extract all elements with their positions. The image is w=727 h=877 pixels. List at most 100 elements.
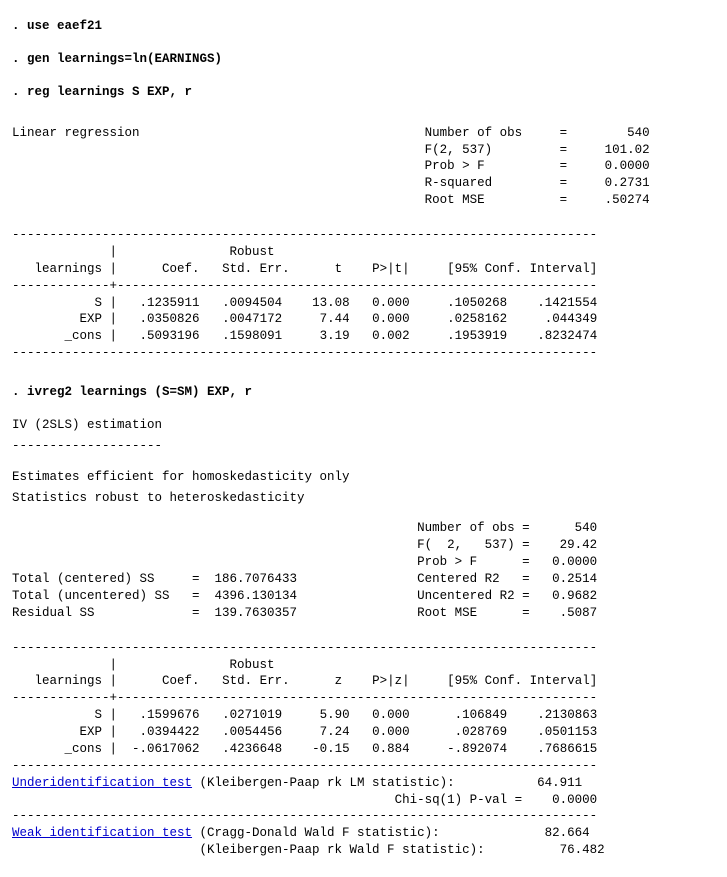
cell: .1599676 (140, 708, 200, 722)
cmd-gen: . gen learnings=ln(EARNINGS) (12, 51, 715, 68)
cell: 0.000 (372, 725, 410, 739)
label: Root MSE (417, 606, 477, 620)
cell: -0.15 (312, 742, 350, 756)
cell: 3.19 (320, 329, 350, 343)
cell: 0.884 (372, 742, 410, 756)
value: 4396.130134 (215, 589, 298, 603)
reg-table: ----------------------------------------… (12, 227, 715, 362)
iv-note2: Statistics robust to heteroskedasticity (12, 490, 715, 507)
label: Chi-sq(1) P-val = (395, 793, 523, 807)
cell: .0054456 (222, 725, 282, 739)
label: Prob > F (417, 555, 477, 569)
text: (Cragg-Donald Wald F statistic): (192, 826, 440, 840)
label: F(2, 537) (425, 143, 493, 157)
cell: .7686615 (537, 742, 597, 756)
cell: 7.44 (320, 312, 350, 326)
cell: .0258162 (447, 312, 507, 326)
cmd-use: . use eaef21 (12, 18, 715, 35)
label: Residual SS (12, 606, 95, 620)
cell: 5.90 (320, 708, 350, 722)
iv-title: IV (2SLS) estimation (12, 417, 715, 434)
iv-stats: Number of obs = 540 F( 2, 537) = 29.42 P… (12, 520, 715, 621)
value: 0.2731 (605, 176, 650, 190)
hdr: [95% Conf. Interval] (447, 674, 597, 688)
hdr: P>|t| (372, 262, 410, 276)
cell: .0350826 (140, 312, 200, 326)
cell: .106849 (455, 708, 508, 722)
cell: 7.24 (320, 725, 350, 739)
text: (Kleibergen-Paap rk LM statistic): (192, 776, 455, 790)
cell: EXP (80, 312, 103, 326)
cell: 0.002 (372, 329, 410, 343)
iv-table: ----------------------------------------… (12, 640, 715, 859)
cell: .028769 (455, 725, 508, 739)
label: R-squared (425, 176, 493, 190)
cell: .1953919 (447, 329, 507, 343)
hdr: Std. Err. (222, 262, 290, 276)
value: 139.7630357 (215, 606, 298, 620)
cell: 0.000 (372, 312, 410, 326)
cell: -.0617062 (132, 742, 200, 756)
cell: 0.000 (372, 708, 410, 722)
hdr: Std. Err. (222, 674, 290, 688)
hdr: Robust (230, 658, 275, 672)
cell: EXP (80, 725, 103, 739)
label: Number of obs (425, 126, 523, 140)
value: 64.911 (537, 776, 582, 790)
cell: -.892074 (447, 742, 507, 756)
divider: -------------------- (12, 438, 715, 455)
cell: S (95, 296, 103, 310)
hdr: Coef. (162, 262, 200, 276)
hdr: P>|z| (372, 674, 410, 688)
value: 0.9682 (552, 589, 597, 603)
cell: .0501153 (537, 725, 597, 739)
text: (Kleibergen-Paap rk Wald F statistic): (200, 843, 485, 857)
cell: 13.08 (312, 296, 350, 310)
cell: .1421554 (537, 296, 597, 310)
cell: S (95, 708, 103, 722)
cell: .8232474 (537, 329, 597, 343)
value: 82.664 (545, 826, 590, 840)
cmd-reg: . reg learnings S EXP, r (12, 84, 715, 101)
label: Total (centered) SS (12, 572, 155, 586)
value: 101.02 (605, 143, 650, 157)
value: 0.0000 (552, 793, 597, 807)
hdr: learnings (35, 674, 103, 688)
underid-test-link[interactable]: Underidentification test (12, 776, 192, 790)
cell: .0047172 (222, 312, 282, 326)
hdr: [95% Conf. Interval] (447, 262, 597, 276)
value: 0.0000 (605, 159, 650, 173)
cell: .4236648 (222, 742, 282, 756)
weakid-test-link[interactable]: Weak identification test (12, 826, 192, 840)
cell: .0394422 (140, 725, 200, 739)
label: Centered R2 (417, 572, 500, 586)
hdr: learnings (35, 262, 103, 276)
label: Total (uncentered) SS (12, 589, 170, 603)
cell: .2130863 (537, 708, 597, 722)
cell: .5093196 (140, 329, 200, 343)
hdr: z (335, 674, 343, 688)
label: Root MSE (425, 193, 485, 207)
value: 0.2514 (552, 572, 597, 586)
value: 540 (627, 126, 650, 140)
cell: .1050268 (447, 296, 507, 310)
value: .50274 (605, 193, 650, 207)
hdr: Robust (230, 245, 275, 259)
cell: .0094504 (222, 296, 282, 310)
value: .5087 (560, 606, 598, 620)
iv-note1: Estimates efficient for homoskedasticity… (12, 469, 715, 486)
cell: .1598091 (222, 329, 282, 343)
cell: 0.000 (372, 296, 410, 310)
cell: .0271019 (222, 708, 282, 722)
cell: _cons (65, 329, 103, 343)
hdr: t (335, 262, 343, 276)
value: 186.7076433 (215, 572, 298, 586)
value: 540 (575, 521, 598, 535)
label: Prob > F (425, 159, 485, 173)
value: 0.0000 (552, 555, 597, 569)
cell: .044349 (545, 312, 598, 326)
cell: _cons (65, 742, 103, 756)
hdr: Coef. (162, 674, 200, 688)
cell: .1235911 (140, 296, 200, 310)
label: Number of obs (417, 521, 515, 535)
